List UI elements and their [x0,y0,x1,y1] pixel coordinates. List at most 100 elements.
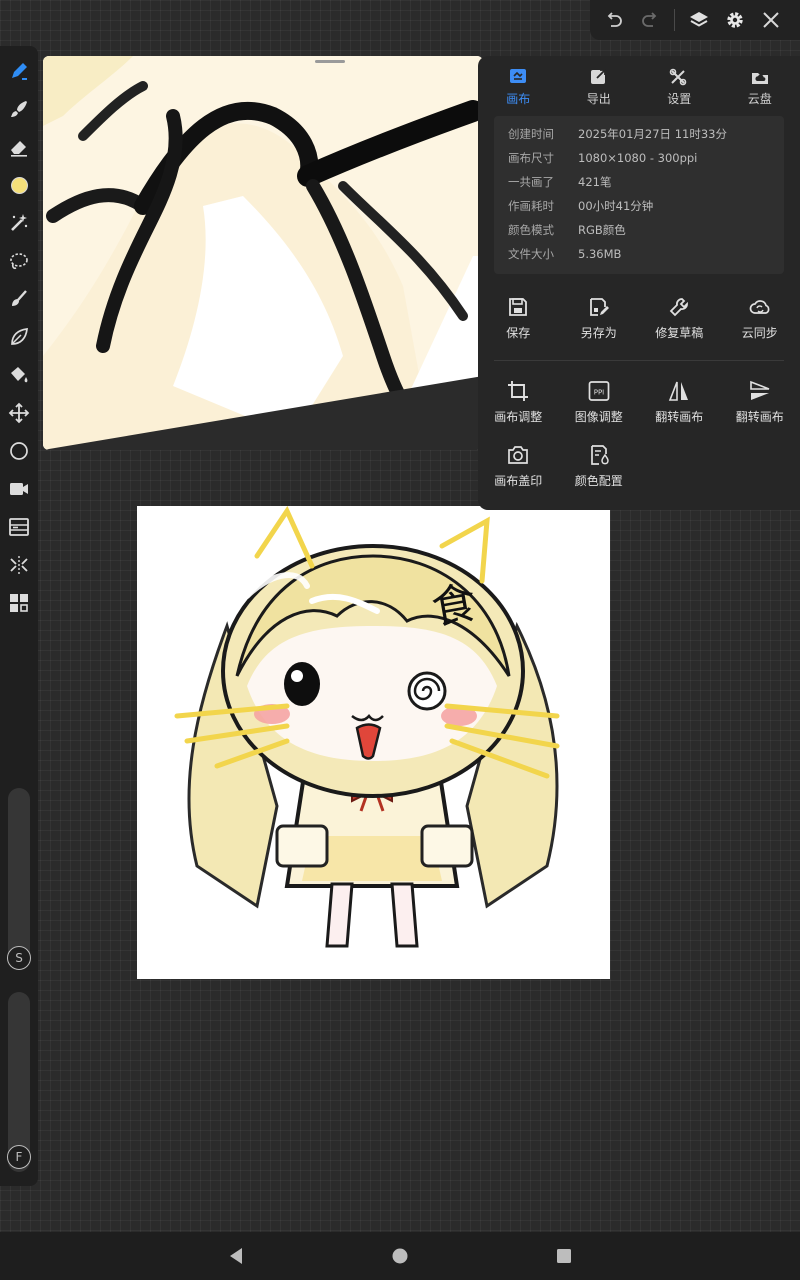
repair-draft-label: 修复草稿 [655,326,704,340]
more-tools-icon[interactable] [4,588,34,618]
info-key: 一共画了 [508,175,554,189]
drawing-canvas[interactable]: 食 [137,506,610,979]
save-button[interactable]: 保存 [478,296,559,341]
tab-export-label: 导出 [586,91,611,106]
info-row-file-size: 文件大小 5.36MB [508,242,770,266]
brush-size-slider[interactable] [8,788,30,968]
extra-actions-row: 画布盖印 颜色配置 [478,444,800,489]
cloud-drive-icon [751,72,768,84]
ppi-icon: PPI [588,381,610,401]
flip-canvas-horizontal-button[interactable]: 翻转画布 [639,380,720,425]
camera-stamp-icon [508,446,529,464]
color-profile-icon [590,445,609,465]
panel-tabs: 画布 导出 设置 云盘 [478,64,800,110]
video-record-icon[interactable] [4,474,34,504]
info-row-strokes: 一共画了 421笔 [508,170,770,194]
file-actions-row: 保存 另存为 修复草稿 云同步 [478,296,800,341]
home-icon[interactable] [388,1244,412,1268]
info-value: RGB颜色 [578,223,626,237]
chibi-character-artwork: 食 [137,506,610,979]
wrench-icon [669,298,689,317]
cloud-sync-icon [749,300,770,314]
info-value: 5.36MB [578,247,622,261]
top-action-bar [590,0,800,40]
canvas-info-box: 创建时间 2025年01月27日 11时33分 画布尺寸 1080×1080 -… [494,116,784,274]
tab-settings[interactable]: 设置 [639,64,720,110]
eraser-tool-icon[interactable] [4,132,34,162]
tab-cloud-label: 云盘 [747,91,772,106]
crop-icon [508,381,529,401]
save-as-label: 另存为 [580,326,617,340]
info-value: 00小时41分钟 [578,199,654,213]
canvas-adjust-label: 画布调整 [494,410,543,424]
toolbar-separator [674,9,675,31]
close-icon[interactable] [753,0,789,40]
info-value: 1080×1080 - 300ppi [578,151,698,165]
zoom-preview-window[interactable] [43,56,483,450]
save-as-icon [589,298,609,316]
brush-tool-icon[interactable] [4,94,34,124]
artwork-glyph: 食 [428,577,480,635]
info-row-size: 画布尺寸 1080×1080 - 300ppi [508,146,770,170]
pen-tool-icon[interactable] [4,56,34,86]
info-key: 颜色模式 [508,223,554,237]
tab-cloud[interactable]: 云盘 [720,64,800,110]
filter-panel-icon[interactable] [4,512,34,542]
canvas-adjust-button[interactable]: 画布调整 [478,380,559,425]
layers-icon[interactable] [681,0,717,40]
settings-tools-icon [669,68,687,85]
recents-icon[interactable] [552,1244,576,1268]
image-adjust-button[interactable]: PPI 图像调整 [559,380,640,425]
info-row-duration: 作画耗时 00小时41分钟 [508,194,770,218]
canvas-icon [510,68,527,83]
info-key: 创建时间 [508,127,554,141]
info-key: 文件大小 [508,247,554,261]
save-icon [509,298,528,316]
undo-icon[interactable] [596,0,632,40]
save-as-button[interactable]: 另存为 [559,296,640,341]
color-picker-swatch[interactable] [4,170,34,200]
info-row-color-mode: 颜色模式 RGB颜色 [508,218,770,242]
circle-shape-icon[interactable] [4,436,34,466]
left-tool-bar: S F [0,46,38,1186]
cloud-sync-label: 云同步 [741,326,778,340]
lasso-select-icon[interactable] [4,246,34,276]
image-adjust-label: 图像调整 [574,410,623,424]
canvas-stamp-button[interactable]: 画布盖印 [478,444,559,489]
brush-opacity-knob[interactable]: F [7,1145,31,1169]
svg-text:PPI: PPI [593,389,604,397]
tab-canvas[interactable]: 画布 [478,64,559,110]
panel-divider [494,360,784,361]
canvas-stamp-label: 画布盖印 [494,474,543,488]
system-navigation-bar [0,1232,800,1280]
zoom-preview-drag-handle[interactable] [315,60,345,63]
move-tool-icon[interactable] [4,398,34,428]
magic-wand-icon[interactable] [4,208,34,238]
save-label: 保存 [506,326,531,340]
flip-horizontal-icon [669,381,689,401]
export-icon [590,68,606,84]
color-profile-button[interactable]: 颜色配置 [559,444,640,489]
info-key: 作画耗时 [508,199,554,213]
leaf-shape-icon[interactable] [4,322,34,352]
smudge-tool-icon[interactable] [4,284,34,314]
zoomed-artwork-detail [43,56,483,450]
color-profile-label: 颜色配置 [574,474,623,488]
canvas-settings-panel: 画布 导出 设置 云盘 创建时间 2025年01月27日 11时33分 画布尺寸… [478,56,800,510]
redo-icon[interactable] [632,0,668,40]
info-value: 421笔 [578,175,612,189]
brush-size-knob[interactable]: S [7,946,31,970]
back-icon[interactable] [224,1244,248,1268]
canvas-actions-row: 画布调整 PPI 图像调整 翻转画布 翻转画布 [478,380,800,425]
gear-icon[interactable] [717,0,753,40]
info-value: 2025年01月27日 11时33分 [578,127,727,141]
symmetry-icon[interactable] [4,550,34,580]
info-key: 画布尺寸 [508,151,554,165]
flip-canvas-vertical-button[interactable]: 翻转画布 [720,380,800,425]
tab-export[interactable]: 导出 [559,64,640,110]
paint-bucket-icon[interactable] [4,360,34,390]
tab-canvas-label: 画布 [506,91,531,106]
repair-draft-button[interactable]: 修复草稿 [639,296,720,341]
cloud-sync-button[interactable]: 云同步 [720,296,800,341]
flip-vertical-icon [749,380,770,400]
